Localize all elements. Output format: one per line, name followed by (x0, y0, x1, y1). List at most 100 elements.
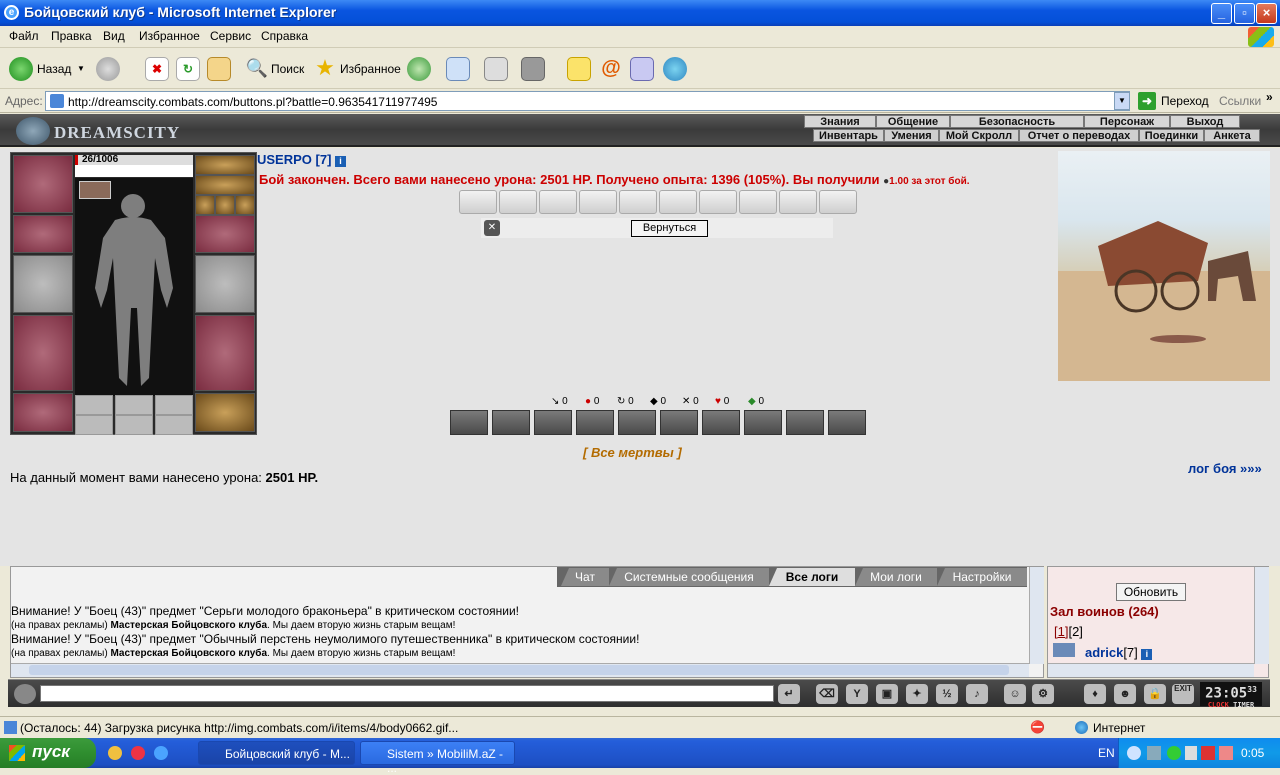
scroll-slot-6[interactable] (659, 190, 697, 214)
nav-communication[interactable]: Общение (876, 115, 950, 128)
scroll-slot-8[interactable] (739, 190, 777, 214)
tray-icq-icon[interactable] (1167, 746, 1181, 760)
nav-inventory[interactable]: Инвентарь (813, 129, 884, 142)
scroll-slot-1[interactable] (459, 190, 497, 214)
nav-profile[interactable]: Анкета (1204, 129, 1260, 142)
scroll-slot-2[interactable] (499, 190, 537, 214)
chat-vertical-scrollbar[interactable] (1029, 567, 1044, 664)
nav-exit[interactable]: Выход (1170, 115, 1240, 128)
menu-favorites[interactable]: Избранное (139, 29, 200, 43)
player-action-icon[interactable] (1053, 643, 1075, 657)
notes-icon[interactable] (567, 57, 591, 81)
boots-slot[interactable] (195, 393, 255, 432)
bracers-slot[interactable] (13, 215, 73, 253)
character-name-link[interactable]: USERPO [7] i (257, 152, 347, 167)
task-combats[interactable]: Бойцовский клуб - M... (198, 741, 355, 765)
tray-clock[interactable]: 0:05 (1241, 746, 1264, 760)
chat-input[interactable] (40, 685, 774, 702)
nav-transfers-report[interactable]: Отчет о переводах (1019, 129, 1139, 142)
ring-slot-1[interactable] (195, 195, 215, 215)
rune-slot-1[interactable] (75, 395, 113, 415)
save-icon[interactable]: ▣ (876, 684, 898, 704)
skill-slot-4[interactable] (576, 410, 614, 435)
amulet-slot[interactable] (195, 155, 255, 175)
tray-volume-icon[interactable] (1185, 746, 1197, 760)
smiley-icon[interactable]: ☺ (1004, 684, 1026, 704)
helmet-icon[interactable]: ⚙ (1032, 684, 1054, 704)
back-label[interactable]: Назад (37, 62, 71, 76)
clear-icon[interactable]: ⌫ (816, 684, 838, 704)
address-input[interactable] (45, 91, 1130, 111)
sound-icon[interactable]: ♪ (966, 684, 988, 704)
page-1-link[interactable]: [1] (1054, 624, 1068, 639)
nav-my-scroll[interactable]: Мой Скролл (939, 129, 1019, 142)
skill-slot-9[interactable] (786, 410, 824, 435)
menu-edit[interactable]: Правка (51, 29, 92, 43)
minimize-button[interactable]: _ (1211, 3, 1232, 24)
scroll-slot-9[interactable] (779, 190, 817, 214)
at-icon[interactable]: @ (599, 57, 623, 81)
task-mobilim[interactable]: Sistem » MobiliM.aZ - ... (360, 741, 515, 775)
tab-system-messages[interactable]: Системные сообщения (609, 568, 769, 586)
exit-icon[interactable]: EXIT (1172, 684, 1194, 704)
messenger-icon[interactable] (663, 57, 687, 81)
lock-icon[interactable]: 🔒 (1144, 684, 1166, 704)
start-label[interactable]: пуск (32, 742, 70, 761)
weapon-right-slot[interactable] (195, 255, 255, 313)
back-dropdown-icon[interactable]: ▼ (77, 64, 85, 73)
history-icon[interactable] (407, 57, 431, 81)
language-indicator[interactable]: EN (1098, 746, 1115, 760)
mask-icon[interactable]: ☻ (1114, 684, 1136, 704)
return-button[interactable]: Вернуться (631, 220, 708, 237)
popup-blocked-icon[interactable]: ⛔ (1030, 720, 1045, 734)
address-dropdown-icon[interactable]: ▼ (1114, 92, 1130, 110)
character-name[interactable]: USERPO [7] (257, 152, 331, 167)
nav-character[interactable]: Персонаж (1084, 115, 1170, 128)
skill-slot-6[interactable] (660, 410, 698, 435)
room-vertical-scrollbar[interactable] (1254, 567, 1269, 664)
rune-slot-6[interactable] (155, 415, 193, 435)
room-horizontal-scrollbar[interactable] (1048, 663, 1254, 677)
skill-slot-1[interactable] (450, 410, 488, 435)
tray-network-icon[interactable] (1147, 746, 1161, 760)
page-2-link[interactable]: [2] (1068, 624, 1082, 639)
rune-slot-4[interactable] (75, 415, 113, 435)
mail-icon[interactable] (446, 57, 470, 81)
rune-slot-3[interactable] (155, 395, 193, 415)
bag-icon[interactable]: ♦ (1084, 684, 1106, 704)
fighter-icon[interactable]: ✦ (906, 684, 928, 704)
start-button[interactable]: пуск (0, 738, 96, 768)
chat-mode-icon[interactable] (14, 684, 36, 704)
player-entry[interactable]: adrick[7] i (1085, 645, 1153, 660)
tab-all-logs[interactable]: Все логи (769, 568, 855, 586)
home-icon[interactable] (207, 57, 231, 81)
print-icon[interactable] (484, 57, 508, 81)
skill-slot-7[interactable] (702, 410, 740, 435)
skill-slot-3[interactable] (534, 410, 572, 435)
helmet-slot[interactable] (13, 155, 73, 213)
tray-misc-icon[interactable] (1219, 746, 1233, 760)
armor-slot[interactable] (13, 315, 73, 391)
scroll-slot-4[interactable] (579, 190, 617, 214)
player-info-icon[interactable]: i (1141, 649, 1153, 660)
maximize-button[interactable]: ▫ (1234, 3, 1255, 24)
earrings-slot[interactable] (195, 175, 255, 195)
skill-slot-5[interactable] (618, 410, 656, 435)
pants-slot[interactable] (195, 315, 255, 391)
refresh-button[interactable]: Обновить (1116, 583, 1186, 601)
go-button[interactable]: Переход (1161, 94, 1209, 108)
skill-slot-10[interactable] (828, 410, 866, 435)
quicklaunch-icon-1[interactable] (108, 746, 122, 760)
tab-my-logs[interactable]: Мои логи (855, 568, 937, 586)
chat-scroll-thumb[interactable] (29, 665, 1009, 675)
go-icon[interactable]: ➜ (1138, 92, 1156, 110)
quicklaunch-ie-icon[interactable] (154, 746, 168, 760)
menu-help[interactable]: Справка (261, 29, 308, 43)
filter-icon[interactable]: Y (846, 684, 868, 704)
quicklaunch-icon-2[interactable] (131, 746, 145, 760)
fraction-icon[interactable]: ½ (936, 684, 958, 704)
skill-slot-2[interactable] (492, 410, 530, 435)
tab-chat[interactable]: Чат (561, 568, 609, 586)
search-icon[interactable]: 🔍 (245, 57, 269, 81)
scroll-slot-7[interactable] (699, 190, 737, 214)
